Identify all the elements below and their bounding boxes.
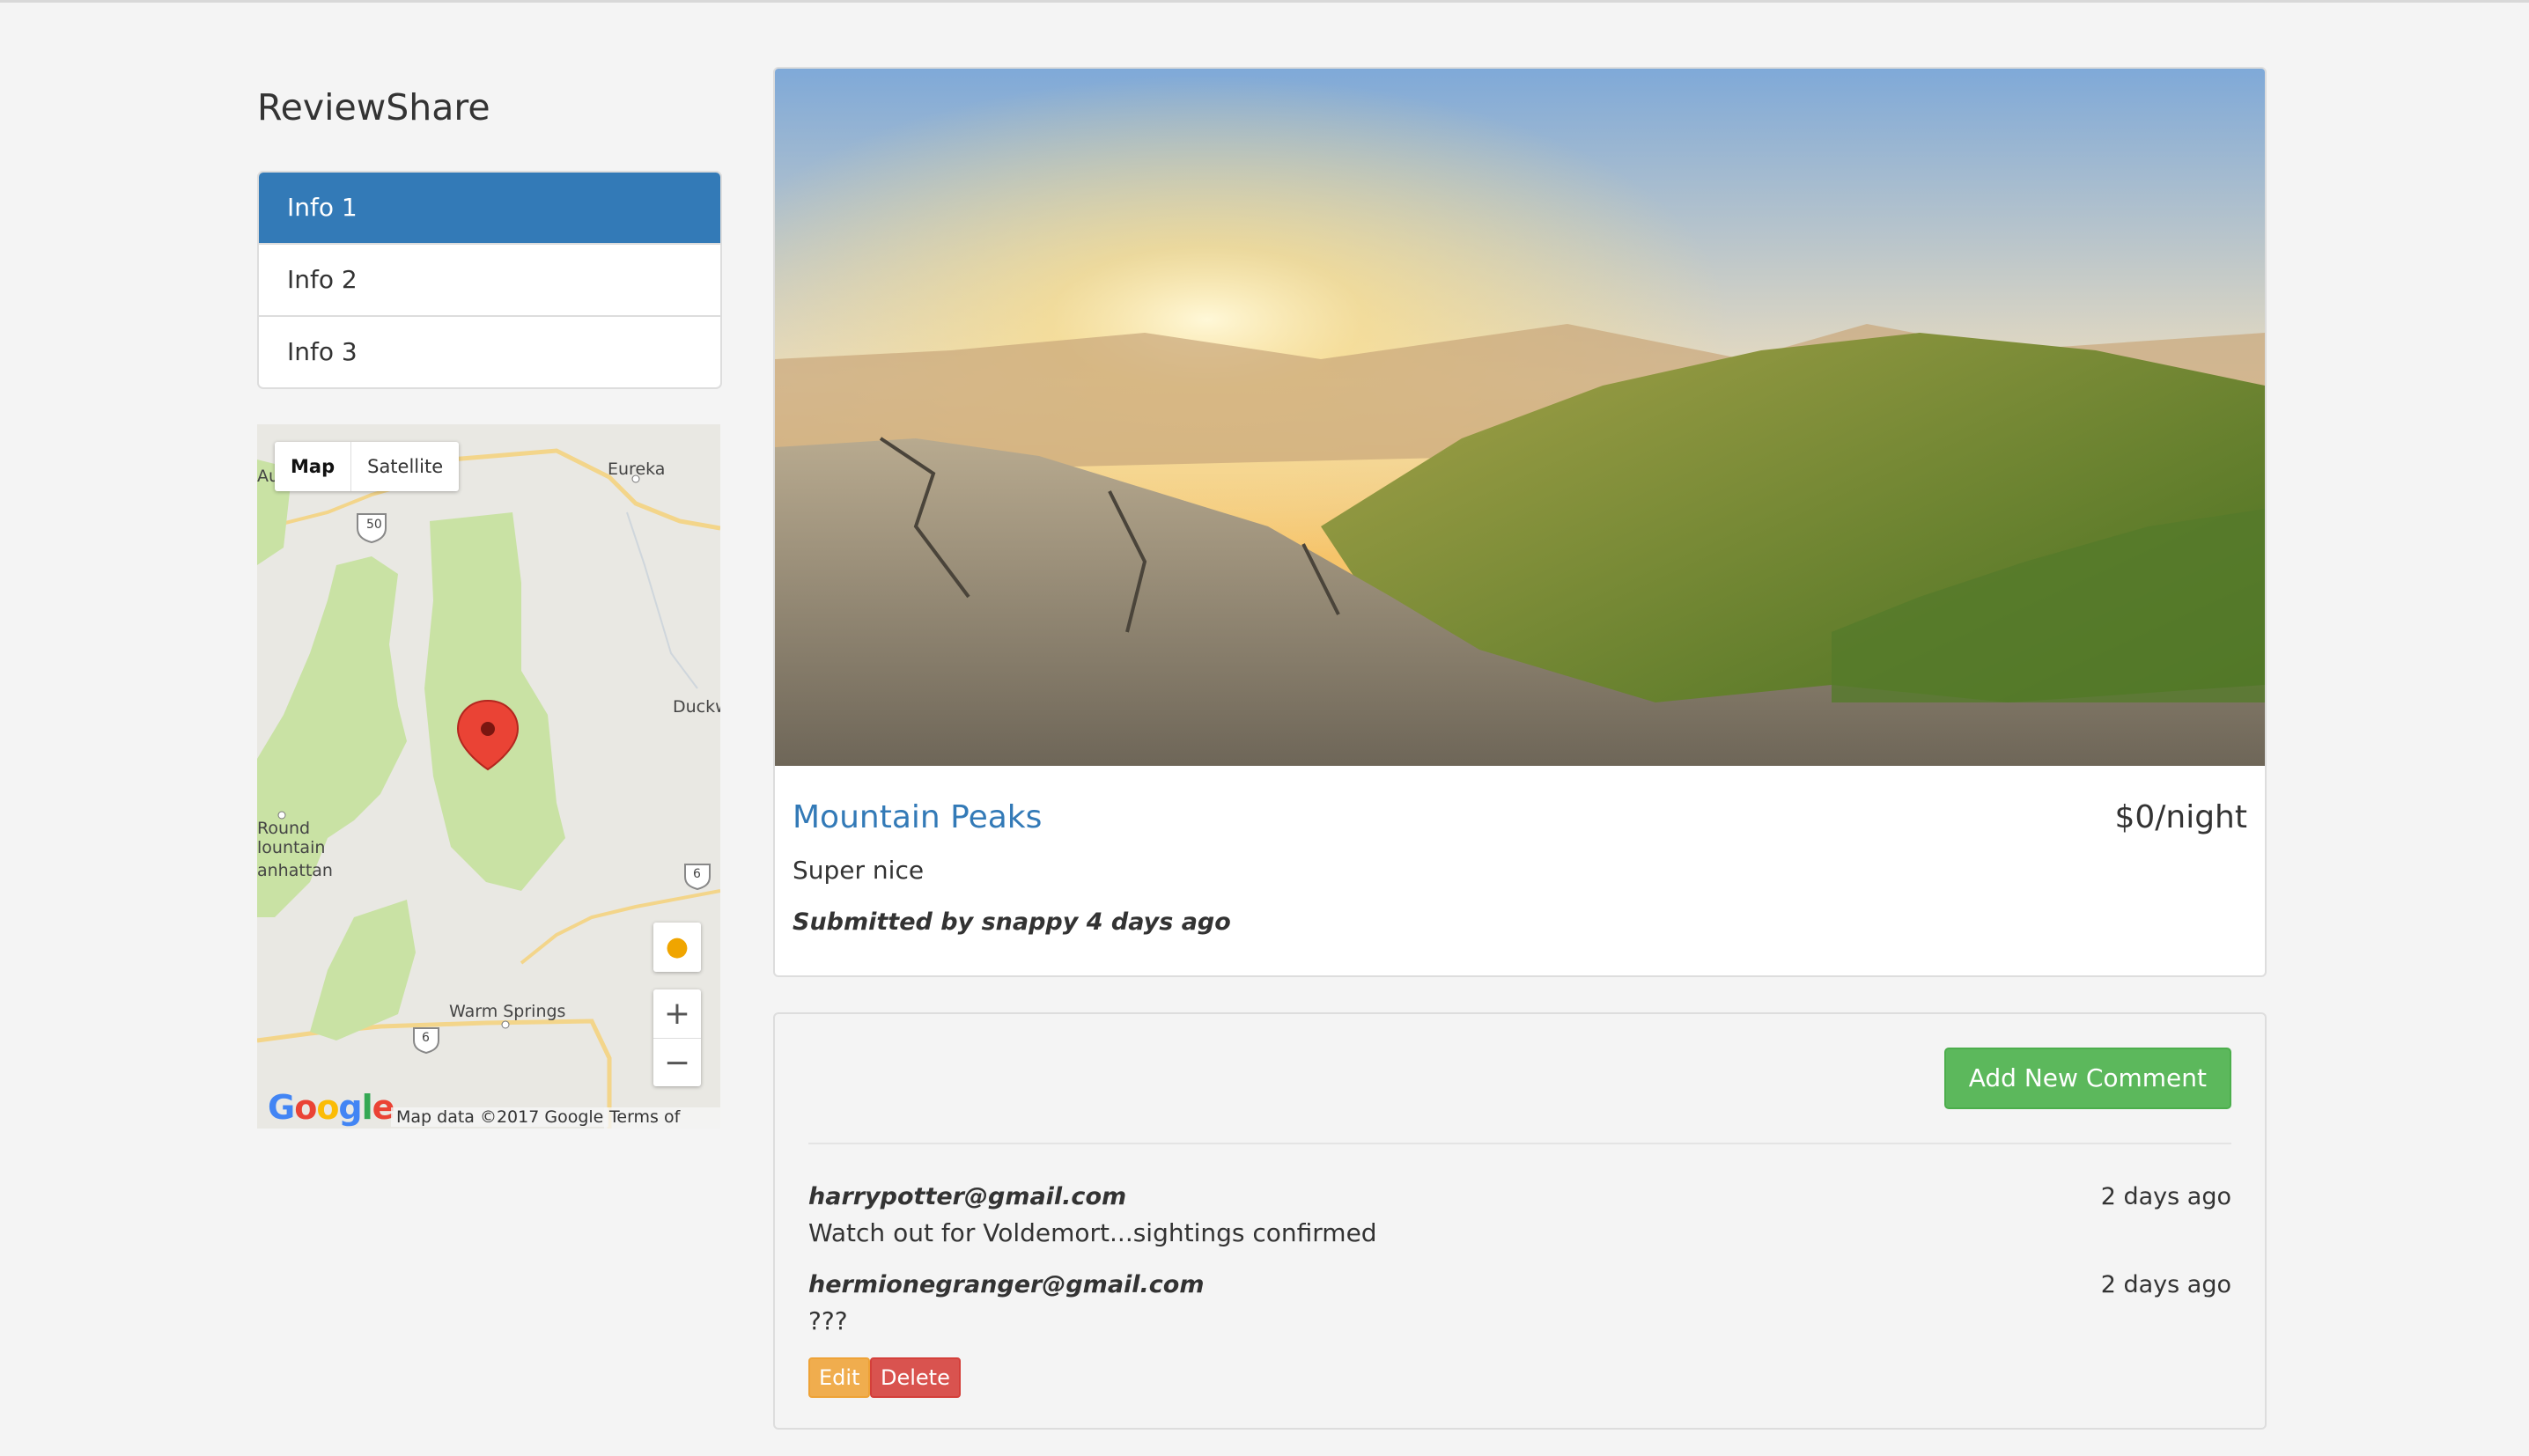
map-data-attribution: Map data ©2017 Google: [391, 1107, 609, 1127]
comments-divider: [808, 1143, 2231, 1144]
edit-comment-button[interactable]: Edit: [808, 1357, 871, 1398]
map-label-round: Round: [257, 819, 311, 838]
pegman-icon[interactable]: ●: [653, 923, 701, 972]
sidebar-list: Info 1 Info 2 Info 3: [257, 171, 722, 389]
zoom-control: + −: [653, 989, 701, 1086]
map-label-manhattan: anhattan: [257, 861, 333, 880]
map-type-control: Map Satellite: [275, 442, 460, 491]
map-label-warm-springs: Warm Springs: [449, 1002, 566, 1021]
comment-time: 2 days ago: [2100, 1183, 2231, 1210]
sidebar-item-info-1[interactable]: Info 1: [259, 173, 720, 243]
map-widget[interactable]: Eureka Au Duckw Round lountain anhattan …: [257, 424, 720, 1129]
map-canvas[interactable]: [257, 424, 720, 1129]
sidebar-item-info-3[interactable]: Info 3: [259, 315, 720, 387]
listing-title-link[interactable]: Mountain Peaks: [793, 799, 1042, 835]
comment-time: 2 days ago: [2100, 1271, 2231, 1298]
sidebar-item-info-2[interactable]: Info 2: [259, 243, 720, 315]
comment-author: harrypotter@gmail.com: [808, 1183, 1127, 1210]
zoom-in-button[interactable]: +: [653, 989, 701, 1039]
map-label-duckw: Duckw: [673, 697, 720, 717]
route-50-label: 50: [366, 518, 382, 532]
listing-submitted-by: Submitted by snappy 4 days ago: [793, 908, 1231, 936]
add-comment-button[interactable]: Add New Comment: [1943, 1048, 2231, 1109]
listing-card: Mountain Peaks $0/night Super nice Submi…: [773, 67, 2267, 977]
map-label-eureka: Eureka: [608, 460, 666, 479]
route-6-label: 6: [693, 867, 701, 881]
brand-title[interactable]: ReviewShare: [257, 86, 490, 129]
route-6-label: 6: [422, 1031, 430, 1045]
map-label-mountain: lountain: [257, 838, 326, 857]
map-footer: Google Map data ©2017 Google Terms of Us…: [257, 1086, 720, 1129]
map-terms-link[interactable]: Terms of Use: [604, 1107, 720, 1129]
top-border: [0, 0, 2529, 3]
google-logo[interactable]: Google: [268, 1088, 394, 1127]
comment-text: Watch out for Voldemort...sightings conf…: [808, 1218, 1377, 1247]
listing-price: $0/night: [2114, 799, 2247, 835]
map-type-satellite-button[interactable]: Satellite: [351, 442, 459, 491]
listing-description: Super nice: [793, 856, 925, 885]
listing-photo: [775, 69, 2265, 766]
map-type-map-button[interactable]: Map: [275, 442, 352, 491]
comments-panel: Add New Comment harrypotter@gmail.com 2 …: [773, 1012, 2267, 1430]
delete-comment-button[interactable]: Delete: [870, 1357, 961, 1398]
zoom-out-button[interactable]: −: [653, 1039, 701, 1087]
comment-text: ???: [808, 1306, 848, 1335]
comment-author: hermionegranger@gmail.com: [808, 1271, 1205, 1298]
